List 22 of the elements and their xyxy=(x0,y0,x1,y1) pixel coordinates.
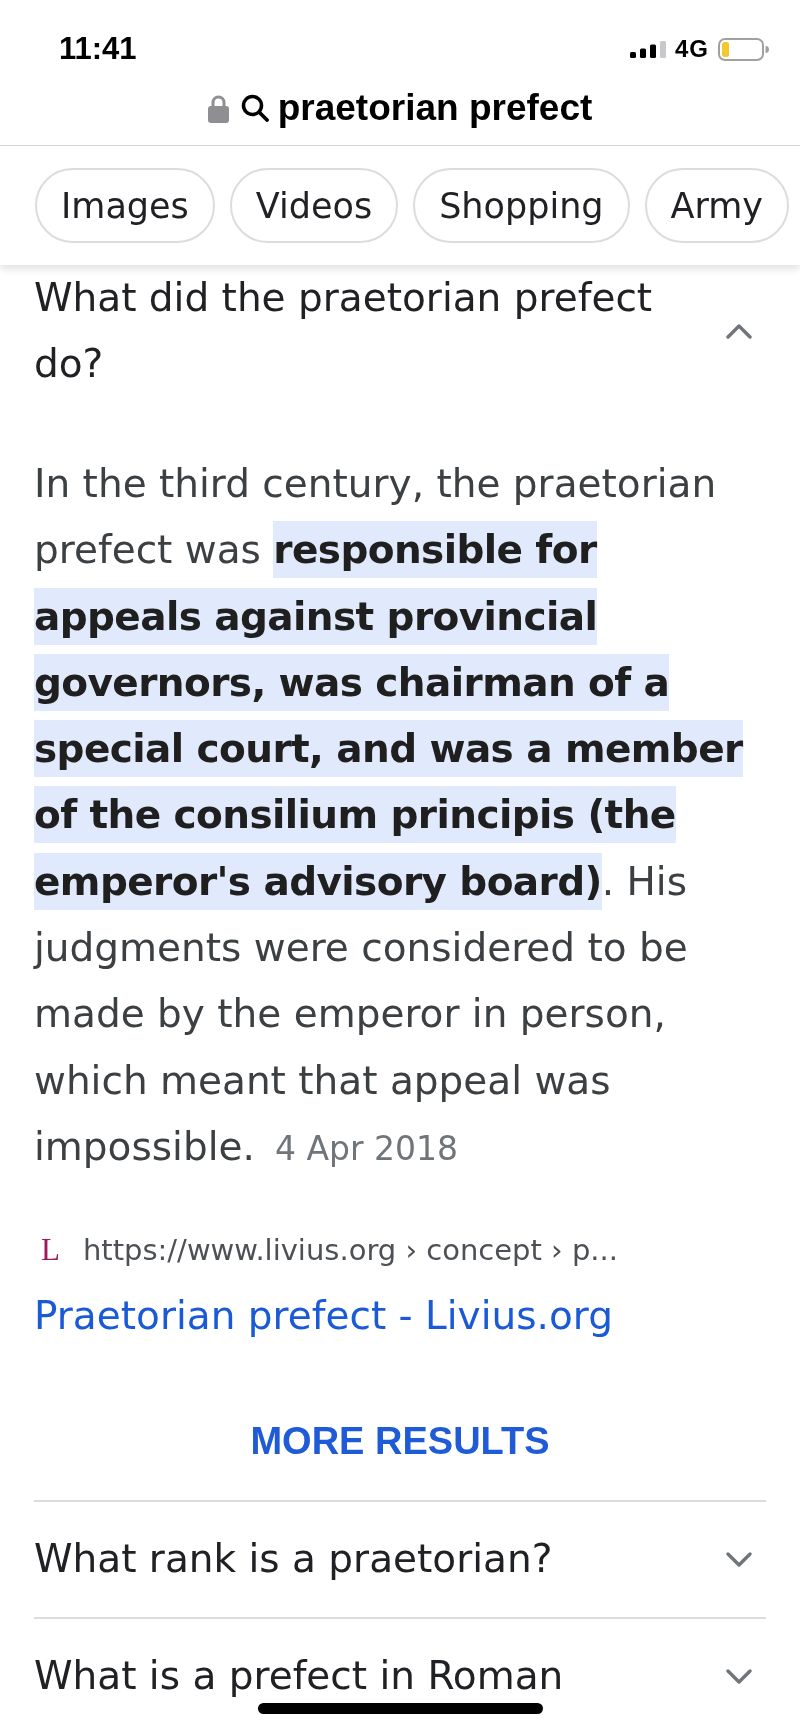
clock-time: 11:41 xyxy=(59,31,137,67)
more-results-link[interactable]: MORE RESULTS xyxy=(250,1419,550,1464)
chevron-up-icon[interactable] xyxy=(726,322,752,340)
chevron-down-icon[interactable] xyxy=(726,1667,752,1685)
question-text[interactable]: What rank is a praetorian? xyxy=(34,1526,706,1593)
filter-chip[interactable]: Videos xyxy=(229,168,399,243)
signal-bars-icon xyxy=(630,40,666,58)
site-favicon: L xyxy=(41,1231,60,1270)
lock-icon xyxy=(207,93,229,123)
source-url[interactable]: https://www.livius.org › concept › p... xyxy=(82,1230,618,1271)
answer-date: 4 Apr 2018 xyxy=(274,1127,458,1170)
filter-chip[interactable]: Images xyxy=(35,168,215,243)
filter-chip[interactable]: Shopping xyxy=(413,168,630,243)
battery-icon xyxy=(718,37,769,61)
filter-chip[interactable]: Army xyxy=(644,168,790,243)
address-text[interactable]: praetorian prefect xyxy=(277,86,593,130)
result-link[interactable]: Praetorian prefect - Livius.org xyxy=(34,1291,613,1342)
chevron-down-icon[interactable] xyxy=(726,1550,752,1568)
network-label: 4G xyxy=(675,35,709,63)
question-text[interactable]: What did the praetorian prefect do? xyxy=(34,265,706,397)
question-text[interactable]: What is a prefect in Roman xyxy=(34,1643,706,1710)
search-icon xyxy=(240,94,269,122)
